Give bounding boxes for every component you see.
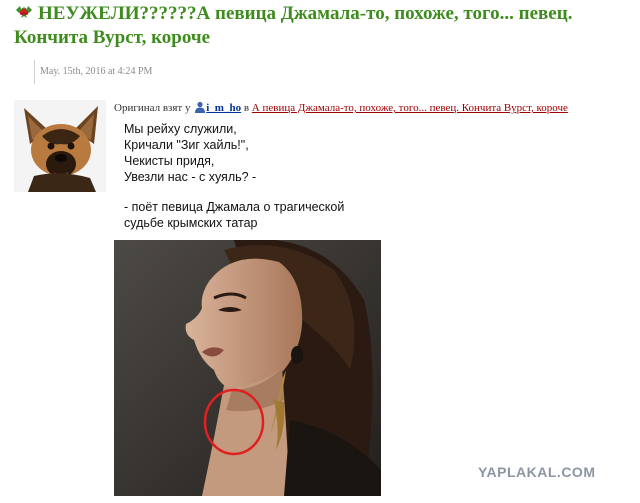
site-watermark: YAPLAKAL.COM bbox=[478, 464, 596, 480]
source-username-link[interactable]: i_m_ho bbox=[206, 102, 241, 114]
source-post-link[interactable]: А певица Джамала-то, похоже, того... пев… bbox=[252, 102, 568, 114]
dog-avatar-image bbox=[14, 100, 106, 192]
meme-text: Мы рейху служили, Кричали "Зиг хайль!", … bbox=[124, 121, 374, 231]
meme-caption-line: - поёт певица Джамала о трагической bbox=[124, 200, 345, 214]
avatar[interactable] bbox=[14, 100, 106, 192]
meme-caption-line: судьбе крымских татар bbox=[124, 216, 258, 230]
post-date: May. 15th, 2016 at 4:24 PM bbox=[34, 60, 152, 84]
meme-line: Чекисты придя, bbox=[124, 154, 215, 168]
meme-line: Мы рейху служили, bbox=[124, 122, 237, 136]
source-in: в bbox=[243, 102, 250, 114]
singer-photo bbox=[114, 240, 381, 496]
meme-image: Мы рейху служили, Кричали "Зиг хайль!", … bbox=[114, 116, 381, 496]
user-icon[interactable] bbox=[194, 101, 206, 113]
source-prefix: Оригинал взят у bbox=[114, 102, 191, 114]
source-line: Оригинал взят у i_m_ho в А певица Джамал… bbox=[114, 101, 634, 115]
post-title: НЕУЖЕЛИ??????А певица Джамала-то, похоже… bbox=[14, 2, 634, 50]
meme-line: Кричали "Зиг хайль!", bbox=[124, 138, 249, 152]
meme-line: Увезли нас - с хуяль? - bbox=[124, 170, 257, 184]
holly-icon bbox=[14, 3, 34, 21]
post-title-link[interactable]: НЕУЖЕЛИ??????А певица Джамала-то, похоже… bbox=[14, 3, 572, 48]
